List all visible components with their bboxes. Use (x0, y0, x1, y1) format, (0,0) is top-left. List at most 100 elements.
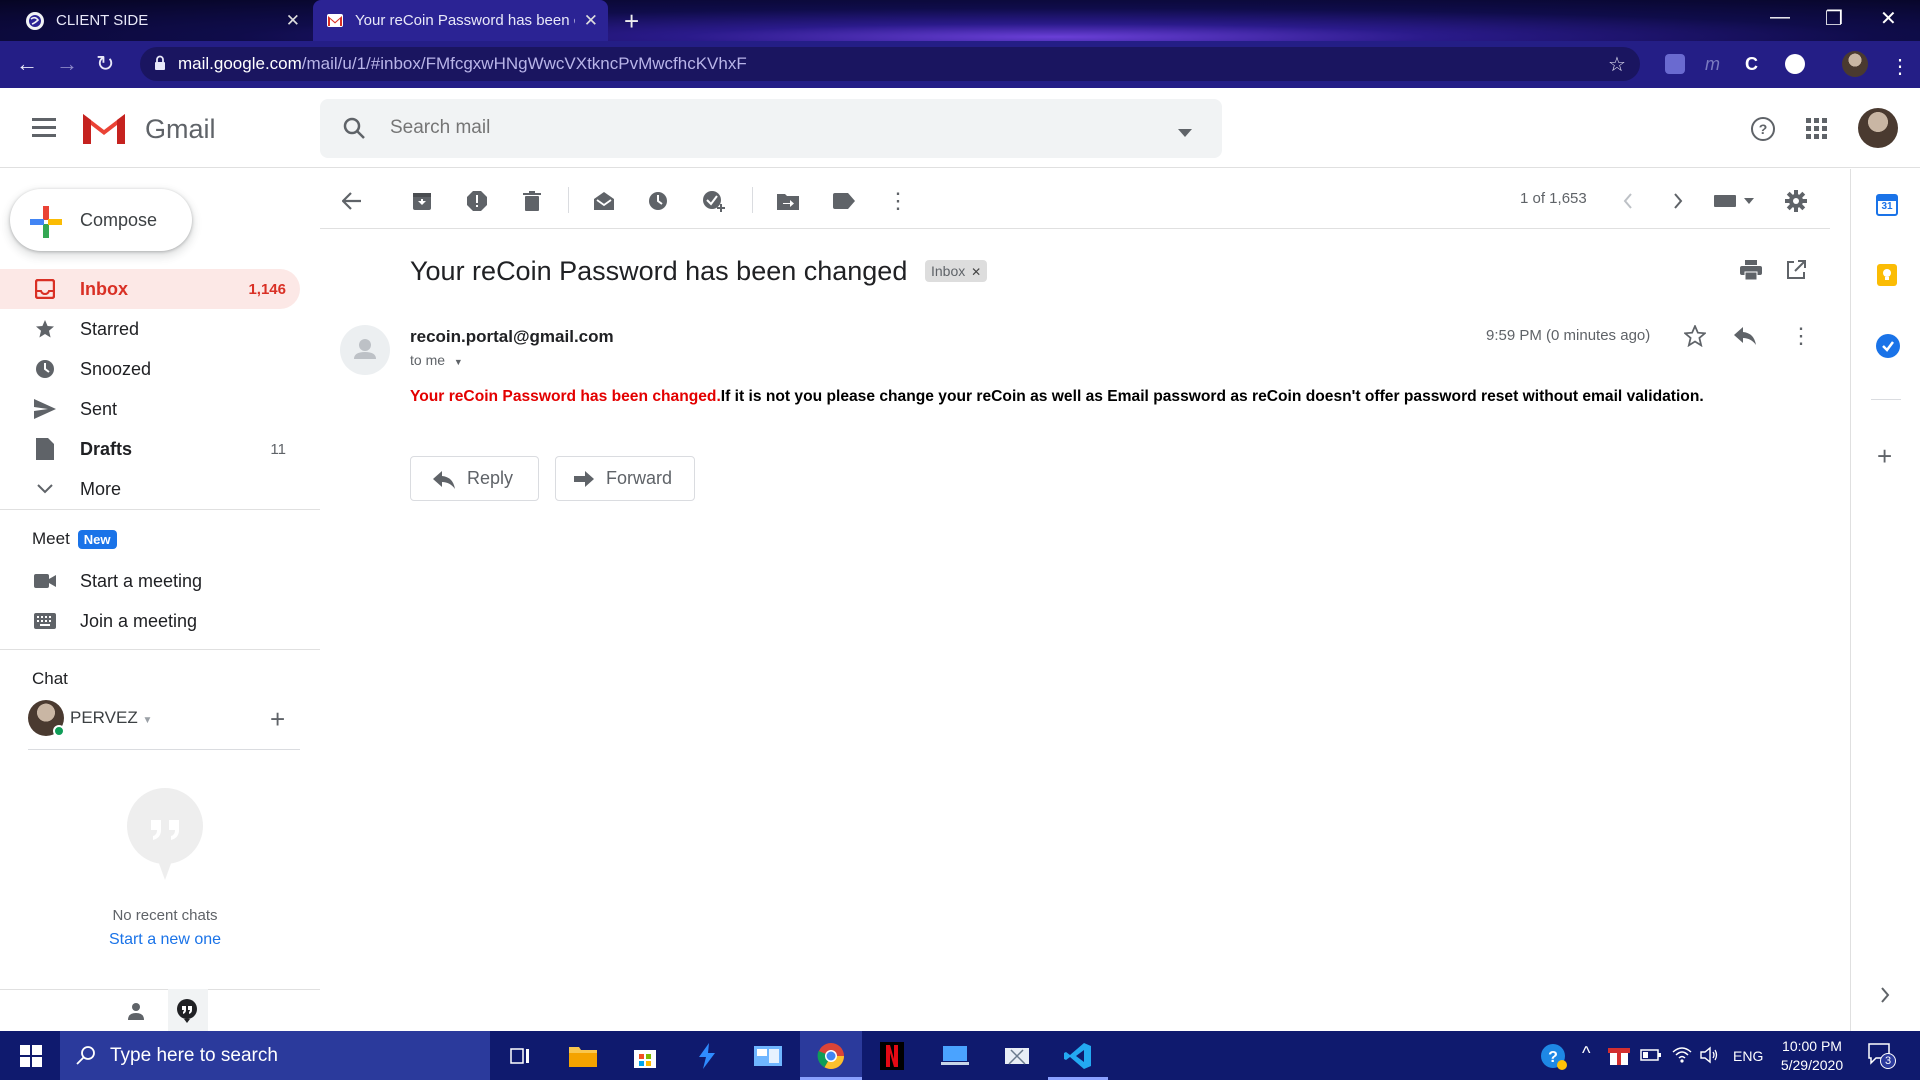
extension-circle-icon[interactable] (1785, 54, 1805, 74)
open-new-window-icon[interactable] (1786, 260, 1806, 285)
get-addons-plus-icon[interactable]: + (1877, 441, 1892, 472)
volume-icon[interactable] (1700, 1046, 1720, 1069)
close-window-icon[interactable]: ✕ (1880, 6, 1897, 31)
older-chevron-right-icon[interactable] (1666, 189, 1690, 213)
sidebar-item-sent[interactable]: Sent (0, 389, 300, 429)
back-to-inbox-icon[interactable] (340, 189, 364, 213)
wifi-icon[interactable] (1672, 1046, 1692, 1069)
sidebar-item-starred[interactable]: Starred (0, 309, 300, 349)
settings-gear-icon[interactable] (1784, 189, 1808, 213)
sender-avatar[interactable] (340, 325, 390, 375)
status-dropdown-icon[interactable]: ▼ (142, 715, 152, 726)
search-options-icon[interactable] (1178, 124, 1192, 142)
help-icon[interactable]: ? (1750, 116, 1776, 147)
inbox-label-chip[interactable]: Inbox ✕ (925, 260, 988, 282)
close-tab-icon[interactable]: ✕ (286, 11, 300, 31)
taskbar-search-box[interactable]: Type here to search (60, 1031, 490, 1080)
expand-panel-chevron-icon[interactable] (1880, 987, 1890, 1008)
chrome-menu-icon[interactable]: ⋮ (1890, 54, 1910, 78)
windows-start-icon[interactable] (16, 1041, 46, 1071)
forward-icon[interactable]: → (56, 51, 78, 77)
reload-icon[interactable]: ↻ (96, 51, 114, 77)
clock[interactable]: 10:00 PM 5/29/2020 (1772, 1037, 1852, 1075)
bookmark-star-icon[interactable]: ☆ (1608, 52, 1626, 77)
show-details-dropdown-icon[interactable]: ▼ (454, 357, 463, 367)
extension-m-icon[interactable]: m (1705, 54, 1725, 74)
tab-gmail-message[interactable]: Your reCoin Password has been c ✕ (313, 0, 608, 41)
start-meeting-label: Start a meeting (80, 570, 203, 591)
tasks-icon[interactable] (1876, 334, 1900, 358)
search-icon[interactable] (342, 116, 366, 145)
print-icon[interactable] (1740, 260, 1762, 285)
minimize-icon[interactable]: — (1770, 6, 1790, 29)
chrome-taskbar-button[interactable] (800, 1031, 862, 1080)
close-tab-icon[interactable]: ✕ (584, 11, 598, 31)
start-new-chat-link[interactable]: Start a new one (0, 931, 330, 949)
apps-grid-icon[interactable] (1806, 118, 1828, 145)
move-to-icon[interactable] (776, 189, 800, 213)
remote-desktop-icon[interactable] (940, 1041, 970, 1071)
sidebar-item-more[interactable]: More (0, 469, 300, 509)
newer-chevron-left-icon[interactable] (1616, 189, 1640, 213)
input-tools-keyboard-icon[interactable] (1712, 189, 1756, 213)
account-avatar[interactable] (1858, 108, 1898, 148)
restore-icon[interactable]: ❐ (1825, 6, 1843, 31)
contacts-person-icon[interactable] (126, 1001, 146, 1026)
compose-button[interactable]: Compose (10, 189, 192, 251)
sidebar-item-inbox[interactable]: Inbox 1,146 (0, 269, 300, 309)
remove-label-icon[interactable]: ✕ (971, 265, 981, 279)
power-automate-icon[interactable] (692, 1041, 722, 1071)
taskbar-search-placeholder: Type here to search (110, 1044, 278, 1066)
netflix-icon[interactable] (877, 1041, 907, 1071)
inbox-icon (34, 278, 56, 300)
notification-app-tray-icon[interactable] (1608, 1045, 1630, 1072)
control-panel-icon[interactable] (753, 1041, 783, 1071)
snooze-clock-icon[interactable] (646, 189, 670, 213)
help-tray-icon[interactable]: ? (1540, 1043, 1568, 1076)
search-input[interactable] (390, 117, 1090, 139)
show-hidden-icons-chevron-icon[interactable]: ^ (1582, 1043, 1590, 1064)
chat-user-avatar[interactable] (28, 700, 65, 737)
snipping-tool-icon[interactable] (1002, 1041, 1032, 1071)
star-message-icon[interactable] (1682, 323, 1708, 352)
reply-button[interactable]: Reply (410, 456, 539, 501)
vscode-taskbar-button[interactable] (1048, 1031, 1108, 1080)
sender-email[interactable]: recoin.portal@gmail.com (410, 327, 614, 347)
label-icon[interactable] (832, 189, 856, 213)
archive-icon[interactable] (410, 189, 434, 213)
keep-icon[interactable] (1877, 264, 1897, 286)
new-chat-plus-icon[interactable]: + (270, 704, 285, 735)
chat-user-name[interactable]: PERVEZ ▼ (70, 708, 152, 728)
report-spam-icon[interactable] (465, 189, 489, 213)
more-options-icon[interactable]: ⋮ (886, 188, 910, 213)
profile-avatar[interactable] (1842, 51, 1868, 77)
extension-icon[interactable] (1665, 54, 1685, 74)
address-bar[interactable]: mail.google.com/mail/u/1/#inbox/FMfcgxwH… (140, 47, 1640, 81)
mark-unread-icon[interactable] (592, 189, 616, 213)
battery-icon[interactable] (1640, 1047, 1662, 1068)
delete-icon[interactable] (520, 189, 544, 213)
input-language[interactable]: ENG (1733, 1048, 1763, 1064)
forward-button[interactable]: Forward (555, 456, 695, 501)
microsoft-store-icon[interactable] (630, 1041, 660, 1071)
task-view-icon[interactable] (506, 1041, 536, 1071)
join-meeting-label: Join a meeting (80, 610, 198, 631)
join-meeting-item[interactable]: Join a meeting (0, 601, 300, 641)
action-center-icon[interactable]: 3 (1868, 1043, 1896, 1070)
sidebar-item-drafts[interactable]: Drafts 11 (0, 429, 300, 469)
gmail-logo-icon[interactable] (80, 110, 128, 151)
file-explorer-icon[interactable] (568, 1041, 598, 1071)
tab-client-side[interactable]: CLIENT SIDE ✕ (0, 0, 310, 41)
reply-arrow-icon[interactable] (1734, 327, 1756, 350)
add-to-tasks-icon[interactable] (702, 189, 726, 213)
recipient-details[interactable]: to me ▼ (410, 352, 463, 368)
calendar-icon[interactable]: 31 (1876, 194, 1898, 216)
new-tab-icon[interactable]: + (624, 6, 639, 37)
main-menu-icon[interactable] (32, 118, 56, 142)
sidebar-item-snoozed[interactable]: Snoozed (0, 349, 300, 389)
start-meeting-item[interactable]: Start a meeting (0, 561, 300, 601)
hangouts-tab[interactable] (168, 989, 208, 1031)
extension-c-icon[interactable]: C (1745, 54, 1765, 74)
back-icon[interactable]: ← (16, 51, 38, 77)
message-more-icon[interactable]: ⋮ (1790, 323, 1812, 349)
